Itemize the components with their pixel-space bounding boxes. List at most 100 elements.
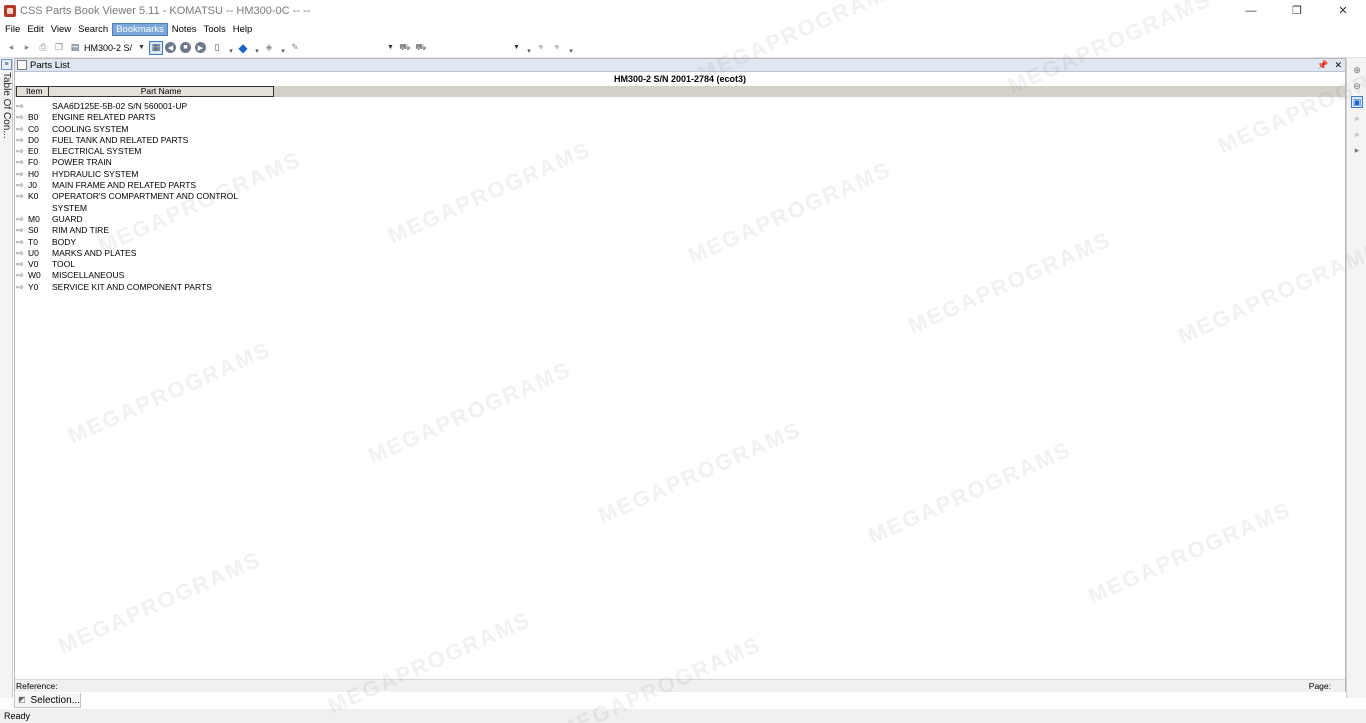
menu-notes[interactable]: Notes [169,23,200,36]
document-icon[interactable]: ▯ [210,41,224,55]
list-item[interactable]: ⇨ S0 RIM AND TIRE [15,225,1345,236]
bookmark-icon[interactable]: ◆ [236,41,250,55]
fit-page-icon[interactable]: ▣ [1351,96,1363,108]
part-name: FUEL TANK AND RELATED PARTS [52,134,189,145]
list-item[interactable]: ⇨ U0 MARKS AND PLATES [15,248,1345,259]
arrow-right-icon: ⇨ [16,101,24,111]
list-item[interactable]: ⇨ F0 POWER TRAIN [15,157,1345,168]
cart-select[interactable]: ▼ [430,41,520,55]
item-code: J0 [28,180,37,191]
menu-edit[interactable]: Edit [24,23,46,36]
pointer-icon[interactable]: ◈ [262,41,276,55]
part-name: SERVICE KIT AND COMPONENT PARTS [52,281,212,292]
column-header-part-name[interactable]: Part Name [49,86,274,97]
back-icon[interactable]: ◂ [4,41,18,55]
copy-icon[interactable]: ❐ [52,41,66,55]
zoom-out-icon[interactable]: ⊖ [1351,80,1363,92]
item-code: Y0 [28,281,39,292]
stop-circle-icon[interactable]: ■ [179,42,191,53]
item-code: U0 [28,247,39,258]
list-item[interactable]: ⇨ V0 TOOL [15,259,1345,270]
toolbar-overflow-icon[interactable]: ▾ [568,41,574,55]
part-name: BODY [52,236,77,247]
list-item[interactable]: ⇨ B0 ENGINE RELATED PARTS [15,112,1345,123]
list-item-continuation[interactable]: SYSTEM [15,203,1345,214]
tag-icon[interactable]: ⌖ [534,41,548,55]
close-pane-icon[interactable]: ✕ [1334,60,1342,71]
menu-bar: File Edit View Search Bookmarks Notes To… [0,21,1366,38]
part-name: POWER TRAIN [52,157,112,168]
part-name: ENGINE RELATED PARTS [52,112,156,123]
list-item[interactable]: ⇨ E0 ELECTRICAL SYSTEM [15,146,1345,157]
print-icon[interactable]: ⎙ [36,41,50,55]
arrow-right-icon: ⇨ [16,236,24,247]
part-name: ELECTRICAL SYSTEM [52,146,142,157]
table-of-contents-label: Table Of Con... [1,72,12,139]
list-item[interactable]: ⇨ K0 OPERATOR'S COMPARTMENT AND CONTROL [15,191,1345,202]
list-item[interactable]: ⇨ H0 HYDRAULIC SYSTEM [15,169,1345,180]
chevron-down-icon: ▼ [387,44,394,51]
expand-icon[interactable]: ▸ [1351,144,1363,156]
parts-list-toggle-icon[interactable]: ▦ [148,40,163,55]
menu-file[interactable]: File [2,23,23,36]
status-text: Ready [4,711,31,721]
page-icon [17,60,27,70]
app-logo-icon [4,4,16,17]
list-item[interactable]: ⇨ Y0 SERVICE KIT AND COMPONENT PARTS [15,282,1345,293]
menu-view[interactable]: View [48,23,74,36]
tag-edit-icon[interactable]: ⌖ [550,41,564,55]
item-code: V0 [28,259,39,270]
arrow-right-icon: ⇨ [16,281,24,292]
parts-list-header: Parts List 📌 ✕ [15,59,1345,72]
arrow-right-icon: ⇨ [16,168,24,179]
column-header-item[interactable]: Item [16,86,49,97]
main-toolbar: ◂ ▸ ⎙ ❐ ▤ HM300-2 S/ ▼ ▦ ◀ ■ ▶ ▯ ▾ ◆ ▾ ◈… [0,38,1366,58]
list-item[interactable]: ⇨ D0 FUEL TANK AND RELATED PARTS [15,135,1345,146]
item-code: K0 [28,191,39,202]
table-of-contents-tab[interactable]: ≡ Table Of Con... [0,58,13,698]
reference-label: Reference: [16,681,58,691]
item-code: T0 [28,236,38,247]
arrow-right-icon: ⇨ [16,157,24,168]
minimize-button[interactable]: — [1228,0,1274,21]
magnify-area-icon[interactable]: ⌕ [1351,128,1363,140]
menu-tools[interactable]: Tools [201,23,229,36]
arrow-right-icon: ⇨ [16,123,24,134]
toolbar-overflow-icon[interactable]: ▾ [254,41,260,55]
magnify-icon[interactable]: ⌕ [1351,112,1363,124]
note-icon[interactable]: ✎ [288,41,302,55]
next-circle-icon[interactable]: ▶ [194,42,206,53]
parts-list-pane: Parts List 📌 ✕ HM300-2 S/N 2001-2784 (ec… [14,58,1346,692]
part-name: MARKS AND PLATES [52,247,137,258]
selection-tab[interactable]: ◩ Selection... [14,693,81,708]
pin-icon[interactable]: 📌 [1317,60,1328,71]
parts-list-title: Parts List [30,59,70,71]
model-select[interactable]: HM300-2 S/ ▼ [84,41,145,55]
list-item[interactable]: ⇨ J0 MAIN FRAME AND RELATED PARTS [15,180,1345,191]
cart-icon[interactable]: ⛟ [398,41,412,55]
list-item[interactable]: ⇨ C0 COOLING SYSTEM [15,124,1345,135]
note-select[interactable]: ▼ [304,41,394,55]
close-button[interactable]: ✕ [1320,0,1366,21]
restore-button[interactable]: ❐ [1274,0,1320,21]
menu-bookmarks[interactable]: Bookmarks [112,23,168,36]
toolbar-overflow-icon[interactable]: ▾ [526,41,532,55]
previous-circle-icon[interactable]: ◀ [164,42,176,53]
list-item[interactable]: ⇨ M0 GUARD [15,214,1345,225]
menu-help[interactable]: Help [230,23,256,36]
column-headers: Item Part Name [15,86,1345,97]
toolbar-overflow-icon[interactable]: ▾ [228,41,234,55]
zoom-in-icon[interactable]: ⊕ [1351,64,1363,76]
menu-search[interactable]: Search [75,23,111,36]
item-code: D0 [28,134,39,145]
forward-icon[interactable]: ▸ [20,41,34,55]
cart-add-icon[interactable]: ⛟ [414,41,428,55]
list-item[interactable]: ⇨ SAA6D125E-5B-02 S/N 560001-UP [15,101,1345,112]
item-code: F0 [28,157,38,168]
arrow-right-icon: ⇨ [16,213,24,224]
list-item[interactable]: ⇨ T0 BODY [15,237,1345,248]
arrow-right-icon: ⇨ [16,247,24,258]
list-item[interactable]: ⇨ W0 MISCELLANEOUS [15,270,1345,281]
toolbar-overflow-icon[interactable]: ▾ [280,41,286,55]
arrow-right-icon: ⇨ [16,134,24,145]
